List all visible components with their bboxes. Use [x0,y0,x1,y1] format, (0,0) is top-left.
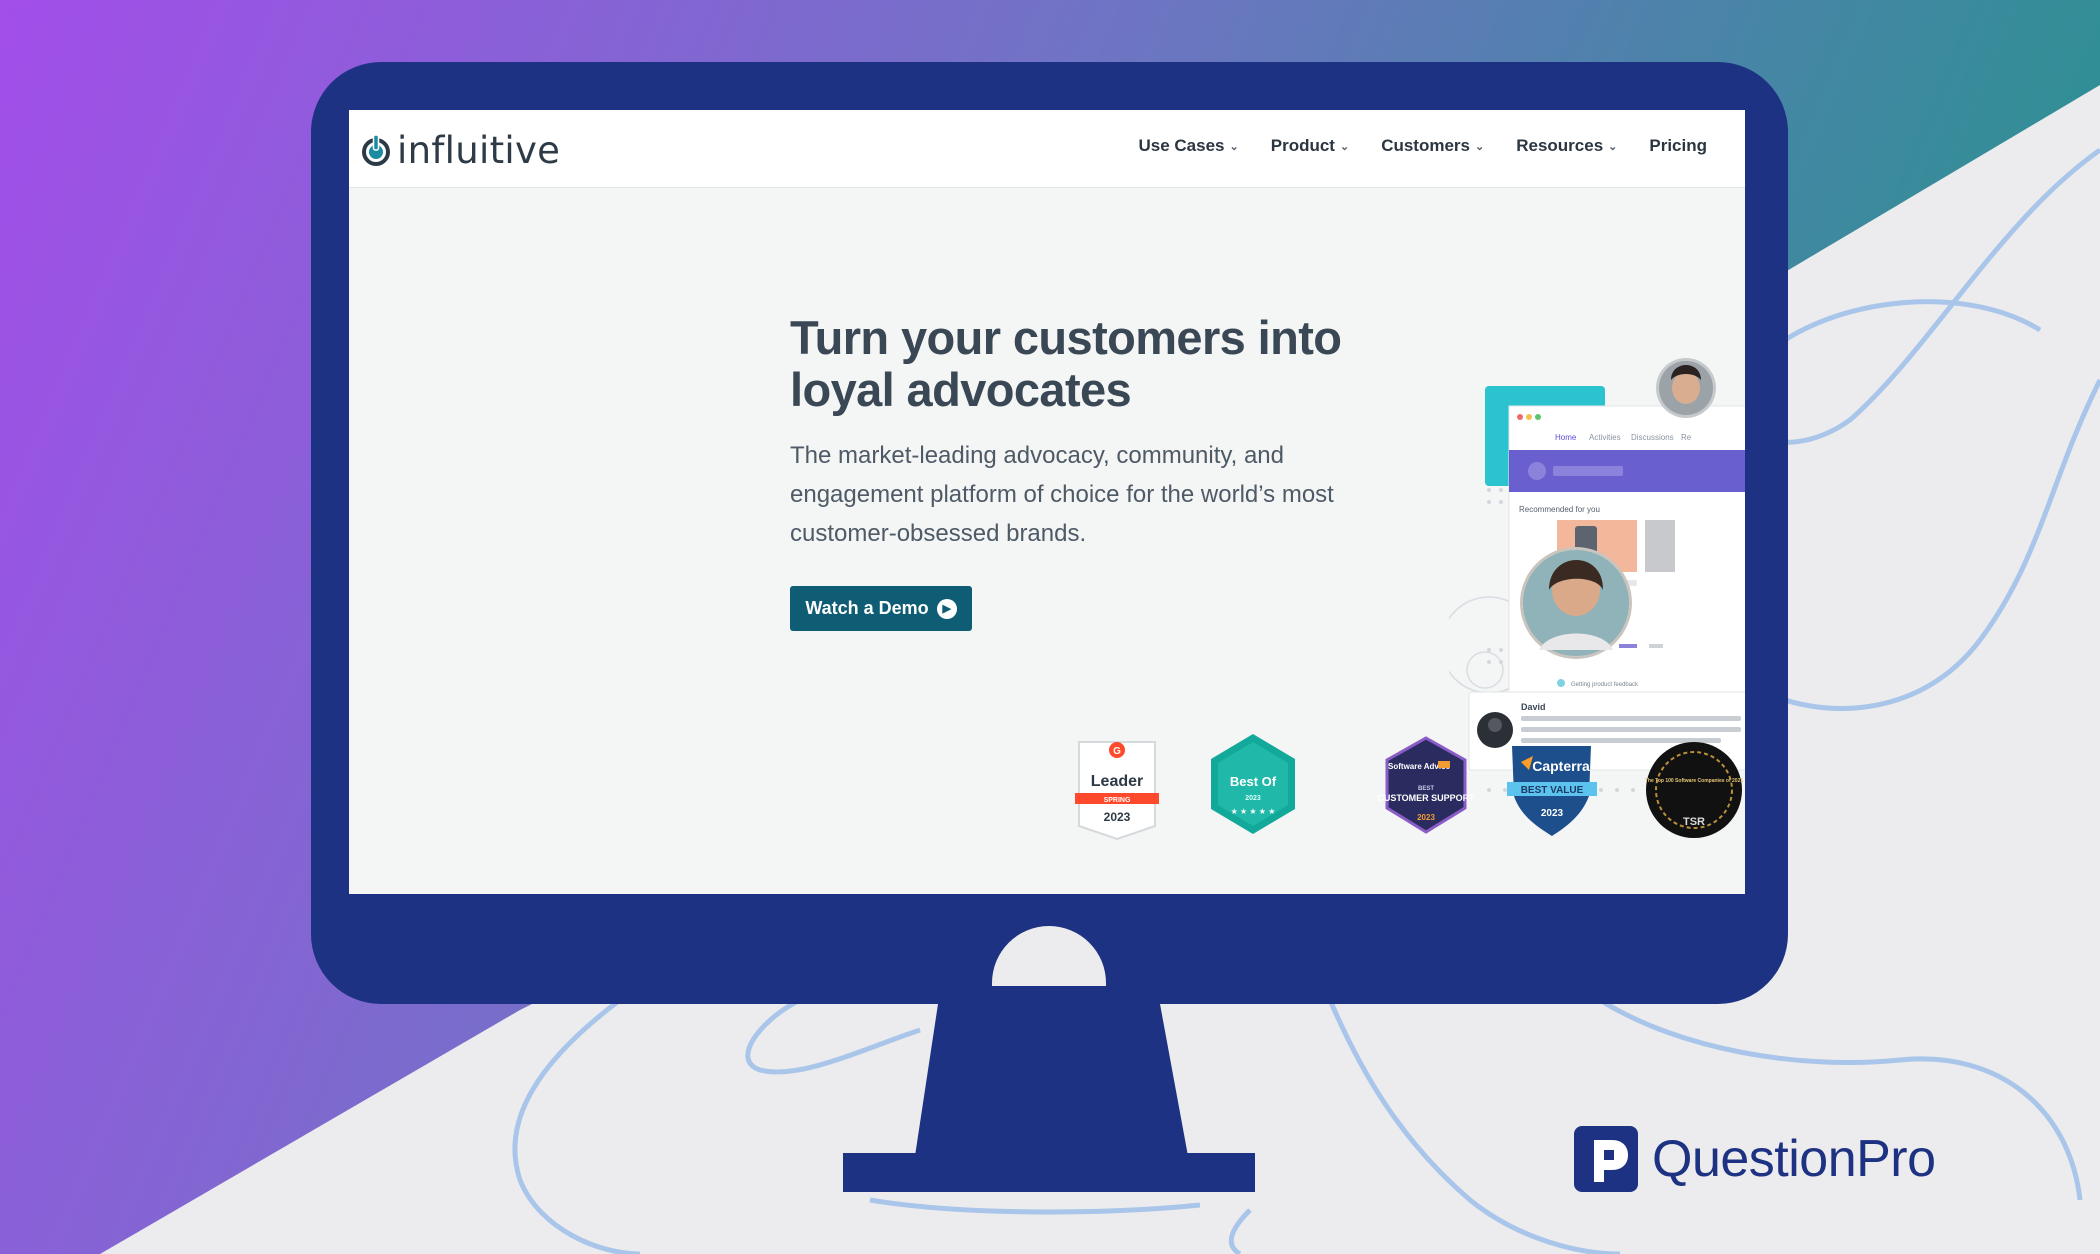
website-screen: influitive Use Cases ⌄ Product ⌄ Custome… [349,110,1745,894]
svg-text:Best Of: Best Of [1230,774,1277,789]
svg-text:Leader: Leader [1091,773,1143,790]
svg-text:2023: 2023 [1417,813,1435,822]
svg-text:BEST VALUE: BEST VALUE [1521,785,1584,796]
award-badges: G Leader SPRING 2023 Best Of 2023 ★ ★ ★ … [1075,734,1743,841]
badge-capterra: Capterra BEST VALUE 2023 [1507,746,1597,836]
svg-text:The Top 100 Software Companies: The Top 100 Software Companies of 2021 [1645,778,1743,784]
svg-text:Capterra: Capterra [1532,758,1590,774]
badge-software-advice: Software Advice BEST CUSTOMER SUPPORT 20… [1377,736,1475,834]
svg-text:BEST: BEST [1418,786,1434,792]
questionpro-logo: QuestionPro [1574,1126,1936,1192]
questionpro-mark-icon [1574,1126,1638,1192]
svg-text:2023: 2023 [1104,810,1131,824]
badge-toolsadvice: Best Of 2023 ★ ★ ★ ★ ★ [1211,734,1295,834]
svg-text:2023: 2023 [1541,808,1564,819]
svg-text:SPRING: SPRING [1104,797,1131,804]
badge-g2: G Leader SPRING 2023 [1075,741,1159,841]
svg-text:G: G [1113,746,1121,757]
badge-tsr: The Top 100 Software Companies of 2021 T… [1645,742,1743,838]
svg-text:TSR: TSR [1683,816,1705,828]
svg-text:★ ★ ★ ★ ★: ★ ★ ★ ★ ★ [1231,807,1276,816]
svg-text:2023: 2023 [1245,795,1261,802]
svg-text:CUSTOMER SUPPORT: CUSTOMER SUPPORT [1377,793,1475,803]
questionpro-wordmark: QuestionPro [1652,1130,1936,1188]
